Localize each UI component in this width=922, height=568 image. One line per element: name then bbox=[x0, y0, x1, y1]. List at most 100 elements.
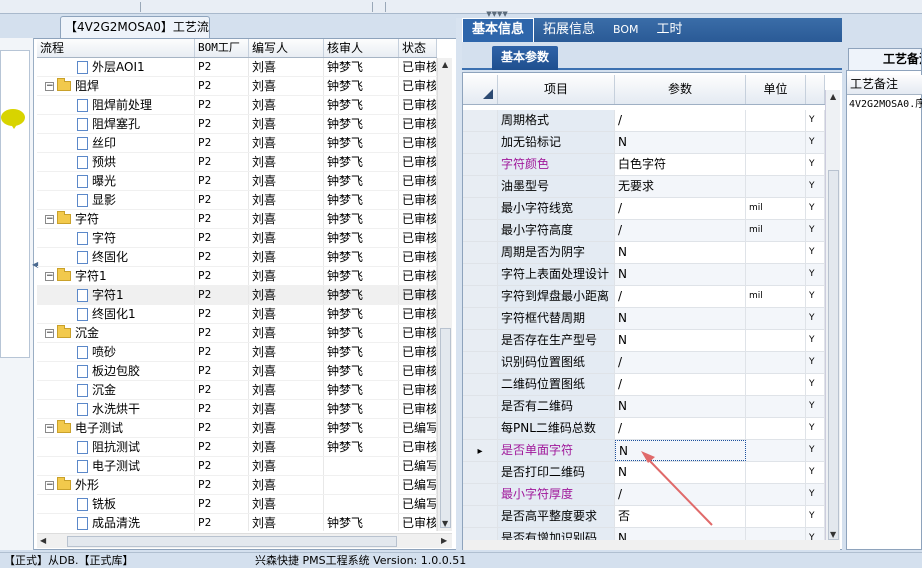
table-row[interactable]: 阻焊前处理 P2 刘喜 钟梦飞 已审核 bbox=[37, 96, 437, 115]
factory-cell[interactable]: P2 bbox=[195, 343, 249, 361]
author-cell[interactable]: 刘喜 bbox=[249, 210, 324, 228]
factory-cell[interactable]: P2 bbox=[195, 267, 249, 285]
grid-row[interactable]: 每PNL二维码总数 / Y bbox=[463, 418, 825, 440]
reviewer-cell[interactable]: 钟梦飞 bbox=[324, 229, 399, 247]
status-cell[interactable]: 已审核 bbox=[399, 286, 437, 304]
factory-cell[interactable]: P2 bbox=[195, 381, 249, 399]
grid-row[interactable]: 周期格式 / Y bbox=[463, 110, 825, 132]
tree-cell[interactable]: 铣板 bbox=[37, 495, 195, 513]
row-indicator[interactable] bbox=[463, 528, 498, 540]
factory-cell[interactable]: P2 bbox=[195, 400, 249, 418]
collapse-icon[interactable]: − bbox=[45, 423, 54, 433]
tree-cell[interactable]: 预烘 bbox=[37, 153, 195, 171]
row-indicator[interactable] bbox=[463, 220, 498, 241]
grid-row[interactable]: 油墨型号 无要求 Y bbox=[463, 176, 825, 198]
row-indicator[interactable] bbox=[463, 286, 498, 307]
table-row[interactable]: 曝光 P2 刘喜 钟梦飞 已审核 bbox=[37, 172, 437, 191]
grid-row[interactable]: 周期是否为阴字 N Y bbox=[463, 242, 825, 264]
col-header-flow[interactable]: 流程 bbox=[37, 39, 195, 57]
param-value-cell[interactable]: / bbox=[615, 198, 746, 219]
param-value-cell[interactable]: N bbox=[615, 528, 746, 540]
table-row[interactable]: 字符 P2 刘喜 钟梦飞 已审核 bbox=[37, 229, 437, 248]
table-row[interactable]: 板边包胶 P2 刘喜 钟梦飞 已审核 bbox=[37, 362, 437, 381]
param-value-cell[interactable]: N bbox=[615, 396, 746, 417]
param-unit-cell[interactable] bbox=[746, 110, 806, 131]
row-indicator[interactable] bbox=[463, 374, 498, 395]
param-flag-cell[interactable]: Y bbox=[806, 462, 825, 483]
table-row[interactable]: 终固化1 P2 刘喜 钟梦飞 已审核 bbox=[37, 305, 437, 324]
reviewer-cell[interactable]: 钟梦飞 bbox=[324, 172, 399, 190]
reviewer-cell[interactable]: 钟梦飞 bbox=[324, 96, 399, 114]
param-value-cell[interactable]: N bbox=[615, 440, 746, 461]
reviewer-cell[interactable] bbox=[324, 457, 399, 475]
col-header-factory[interactable]: BOM工厂 bbox=[195, 39, 249, 57]
col-header-param[interactable]: 参数 bbox=[615, 75, 746, 104]
author-cell[interactable]: 刘喜 bbox=[249, 172, 324, 190]
status-cell[interactable]: 已审核 bbox=[399, 191, 437, 209]
grid-row[interactable]: ▸ 是否单面字符 N Y bbox=[463, 440, 825, 462]
factory-cell[interactable]: P2 bbox=[195, 77, 249, 95]
table-row[interactable]: 阻抗测试 P2 刘喜 钟梦飞 已审核 bbox=[37, 438, 437, 457]
param-flag-cell[interactable]: Y bbox=[806, 242, 825, 263]
scroll-thumb[interactable] bbox=[67, 536, 397, 547]
author-cell[interactable]: 刘喜 bbox=[249, 191, 324, 209]
scroll-thumb[interactable] bbox=[828, 170, 839, 540]
status-cell[interactable]: 已审核 bbox=[399, 210, 437, 228]
params-horizontal-scrollbar[interactable] bbox=[463, 540, 840, 550]
tree-cell[interactable]: 外层AOI1 bbox=[37, 58, 195, 76]
param-unit-cell[interactable] bbox=[746, 440, 806, 461]
author-cell[interactable]: 刘喜 bbox=[249, 514, 324, 531]
table-row[interactable]: 成品清洗 P2 刘喜 钟梦飞 已审核 bbox=[37, 514, 437, 531]
param-flag-cell[interactable]: Y bbox=[806, 308, 825, 329]
reviewer-cell[interactable]: 钟梦飞 bbox=[324, 400, 399, 418]
tab-work-hours[interactable]: 工时 bbox=[648, 18, 692, 42]
table-row[interactable]: 字符1 P2 刘喜 钟梦飞 已审核 bbox=[37, 286, 437, 305]
reviewer-cell[interactable]: 钟梦飞 bbox=[324, 210, 399, 228]
param-flag-cell[interactable]: Y bbox=[806, 220, 825, 241]
param-unit-cell[interactable] bbox=[746, 484, 806, 505]
tree-cell[interactable]: − 电子测试 bbox=[37, 419, 195, 437]
table-row[interactable]: 阻焊塞孔 P2 刘喜 钟梦飞 已审核 bbox=[37, 115, 437, 134]
status-cell[interactable]: 已审核 bbox=[399, 58, 437, 76]
param-unit-cell[interactable] bbox=[746, 418, 806, 439]
row-indicator[interactable] bbox=[463, 154, 498, 175]
collapse-icon[interactable]: − bbox=[45, 81, 54, 91]
tree-cell[interactable]: 曝光 bbox=[37, 172, 195, 190]
status-cell[interactable]: 已审核 bbox=[399, 248, 437, 266]
row-indicator[interactable] bbox=[463, 418, 498, 439]
tree-cell[interactable]: 字符 bbox=[37, 229, 195, 247]
reviewer-cell[interactable]: 钟梦飞 bbox=[324, 134, 399, 152]
status-cell[interactable]: 已编写 bbox=[399, 419, 437, 437]
grid-row[interactable]: 是否打印二维码 N Y bbox=[463, 462, 825, 484]
chat-bubble-icon[interactable] bbox=[1, 109, 25, 129]
row-indicator[interactable] bbox=[463, 484, 498, 505]
scroll-up-icon[interactable]: ▲ bbox=[442, 60, 448, 69]
reviewer-cell[interactable] bbox=[324, 476, 399, 494]
param-unit-cell[interactable] bbox=[746, 132, 806, 153]
process-vertical-scrollbar[interactable]: ▲ ▼ bbox=[437, 58, 452, 531]
tab-bom[interactable]: BOM bbox=[604, 18, 648, 42]
reviewer-cell[interactable]: 钟梦飞 bbox=[324, 343, 399, 361]
author-cell[interactable]: 刘喜 bbox=[249, 286, 324, 304]
scroll-up-icon[interactable]: ▲ bbox=[830, 92, 836, 101]
row-indicator[interactable] bbox=[463, 198, 498, 219]
row-indicator[interactable] bbox=[463, 462, 498, 483]
table-row[interactable]: − 外形 P2 刘喜 已编写 bbox=[37, 476, 437, 495]
table-row[interactable]: 水洗烘干 P2 刘喜 钟梦飞 已审核 bbox=[37, 400, 437, 419]
author-cell[interactable]: 刘喜 bbox=[249, 400, 324, 418]
col-header-status[interactable]: 状态 bbox=[399, 39, 437, 57]
factory-cell[interactable]: P2 bbox=[195, 115, 249, 133]
status-cell[interactable]: 已审核 bbox=[399, 134, 437, 152]
factory-cell[interactable]: P2 bbox=[195, 457, 249, 475]
param-flag-cell[interactable]: Y bbox=[806, 176, 825, 197]
tree-cell[interactable]: 阻焊塞孔 bbox=[37, 115, 195, 133]
tree-cell[interactable]: 板边包胶 bbox=[37, 362, 195, 380]
param-value-cell[interactable]: N bbox=[615, 308, 746, 329]
grid-row[interactable]: 字符上表面处理设计 N Y bbox=[463, 264, 825, 286]
tab-basic-info[interactable]: 基本信息 bbox=[462, 18, 535, 42]
param-unit-cell[interactable] bbox=[746, 506, 806, 527]
param-flag-cell[interactable]: Y bbox=[806, 352, 825, 373]
status-cell[interactable]: 已审核 bbox=[399, 77, 437, 95]
param-value-cell[interactable]: N bbox=[615, 462, 746, 483]
author-cell[interactable]: 刘喜 bbox=[249, 96, 324, 114]
